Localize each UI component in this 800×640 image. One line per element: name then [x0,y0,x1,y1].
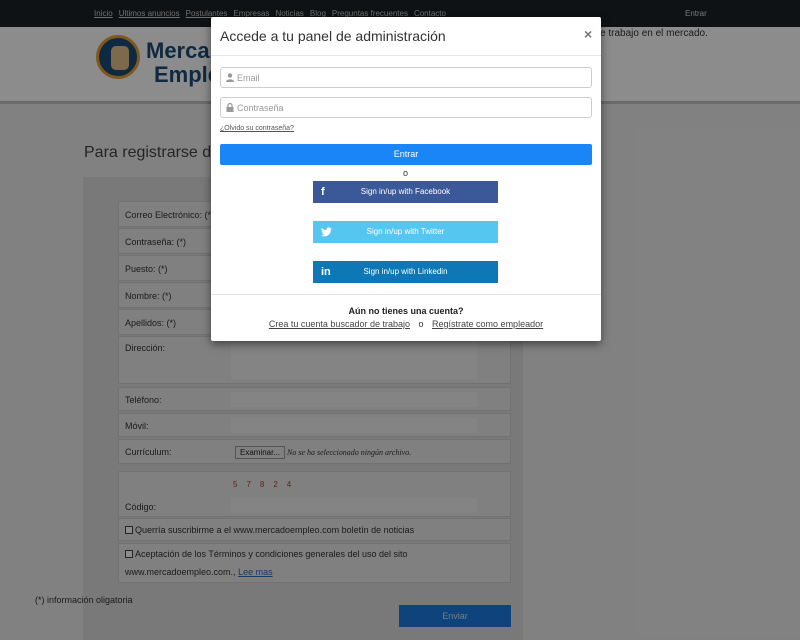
register-seeker-link[interactable]: Crea tu cuenta buscador de trabajo [269,319,410,329]
linkedin-label: Sign in/up with Linkedin [363,267,448,276]
facebook-icon: f [321,186,325,198]
close-icon[interactable]: × [584,26,592,42]
register-links: Crea tu cuenta buscador de trabajo o Reg… [211,319,601,329]
modal-title: Accede a tu panel de administración [220,28,446,44]
facebook-label: Sign in/up with Facebook [360,187,451,196]
forgot-password-link[interactable]: ¿Olvido su contraseña? [220,125,294,132]
email-input[interactable] [237,71,577,85]
modal-divider-top [211,55,601,56]
twitter-icon [321,227,332,237]
or-separator: o [403,168,409,178]
password-input[interactable] [237,101,577,115]
login-modal: Accede a tu panel de administración × ¿O… [211,17,601,341]
lock-icon [226,103,234,112]
linkedin-signin-button[interactable]: in Sign in/up with Linkedin [313,261,498,283]
modal-divider-bottom [211,294,601,295]
twitter-signin-button[interactable]: Sign in/up with Twitter [313,221,498,243]
facebook-signin-button[interactable]: f Sign in/up with Facebook [313,181,498,203]
email-field[interactable] [220,67,592,88]
login-button[interactable]: Entrar [220,144,592,165]
register-or: o [418,319,424,329]
twitter-label: Sign in/up with Twitter [366,227,445,236]
register-employer-link[interactable]: Regístrate como empleador [432,319,543,329]
linkedin-icon: in [321,266,331,278]
no-account-text: Aún no tienes una cuenta? [348,306,464,316]
password-field[interactable] [220,97,592,118]
user-icon [226,73,234,82]
